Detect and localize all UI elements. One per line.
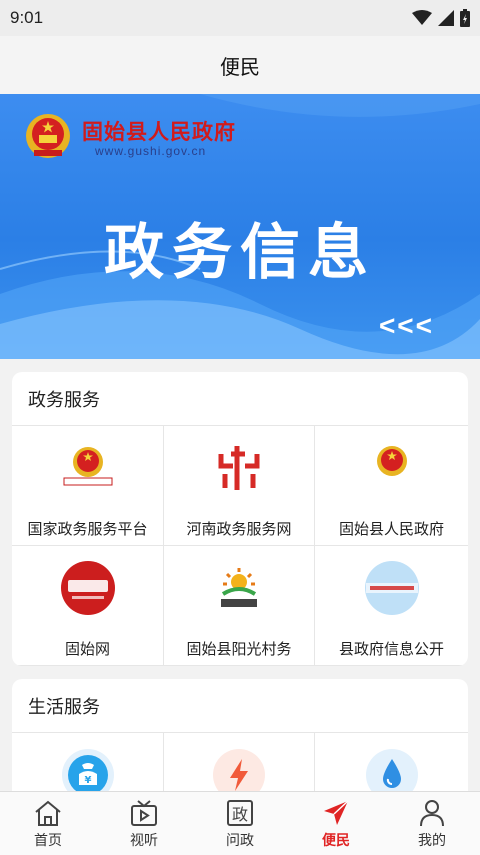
national-emblem-icon bbox=[26, 114, 70, 158]
service-label: 国家政务服务平台 bbox=[27, 520, 148, 538]
service-label: 县政府信息公开 bbox=[338, 640, 444, 658]
banner[interactable]: 固始县人民政府 www.gushi.gov.cn 政务信息 <<< bbox=[0, 94, 480, 359]
service-item-national-platform[interactable]: 国家政务服务平台 bbox=[12, 426, 164, 546]
service-item-sunshine-village[interactable]: 固始县阳光村务 bbox=[164, 546, 315, 666]
gov-services-card: 政务服务 国家政务服务平台 河南政务服务网 固始县人民政府 固始网 固始县阳光村… bbox=[12, 372, 468, 666]
header-bar: 便民 bbox=[0, 36, 480, 94]
politics-icon: 政 bbox=[224, 798, 256, 828]
banner-url: www.gushi.gov.cn bbox=[95, 144, 207, 158]
national-emblem-icon bbox=[60, 440, 116, 496]
banner-title: 政务信息 bbox=[104, 218, 376, 288]
wifi-icon bbox=[412, 10, 432, 25]
county-emblem-icon bbox=[364, 440, 420, 496]
service-item-county-gov[interactable]: 固始县人民政府 bbox=[315, 426, 468, 546]
nav-label: 我的 bbox=[418, 833, 446, 849]
nav-item-convenience[interactable]: 便民 bbox=[288, 792, 384, 855]
henan-service-logo-icon bbox=[211, 440, 267, 496]
service-item-info-disclosure[interactable]: 县政府信息公开 bbox=[315, 546, 468, 666]
nav-label: 便民 bbox=[322, 833, 350, 849]
svg-text:¥: ¥ bbox=[84, 775, 91, 786]
service-item-gushi-net[interactable]: 固始网 bbox=[12, 546, 164, 666]
svg-text:政: 政 bbox=[232, 805, 248, 824]
nav-item-home[interactable]: 首页 bbox=[0, 792, 96, 855]
battery-icon bbox=[460, 9, 470, 27]
bottom-nav: 首页 视听 政 问政 便民 我的 bbox=[0, 791, 480, 855]
banner-org-name: 固始县人民政府 bbox=[82, 119, 236, 144]
banner-chevrons: <<< bbox=[378, 310, 434, 341]
service-label: 固始县人民政府 bbox=[338, 520, 444, 538]
service-label: 固始网 bbox=[64, 640, 110, 658]
nav-item-mine[interactable]: 我的 bbox=[384, 792, 480, 855]
status-bar: 9:01 bbox=[0, 0, 480, 36]
status-icons bbox=[412, 9, 470, 27]
sunshine-village-logo-icon bbox=[211, 560, 267, 616]
status-time: 9:01 bbox=[10, 8, 44, 27]
info-disclosure-icon bbox=[364, 560, 420, 616]
section-title: 政务服务 bbox=[12, 372, 468, 426]
user-icon bbox=[416, 798, 448, 828]
nav-item-politics[interactable]: 政 问政 bbox=[192, 792, 288, 855]
page-title: 便民 bbox=[220, 54, 260, 79]
service-item-henan[interactable]: 河南政务服务网 bbox=[164, 426, 315, 546]
section-title: 生活服务 bbox=[12, 679, 468, 733]
gov-services-grid: 国家政务服务平台 河南政务服务网 固始县人民政府 固始网 固始县阳光村务 县政府… bbox=[12, 426, 468, 666]
service-label: 固始县阳光村务 bbox=[186, 640, 292, 658]
gushi-net-logo-icon bbox=[60, 560, 116, 616]
signal-icon bbox=[438, 10, 454, 26]
tv-icon bbox=[128, 798, 160, 828]
nav-label: 问政 bbox=[226, 833, 254, 849]
service-label: 河南政务服务网 bbox=[186, 520, 292, 538]
nav-label: 视听 bbox=[130, 833, 158, 849]
nav-item-video[interactable]: 视听 bbox=[96, 792, 192, 855]
nav-label: 首页 bbox=[34, 833, 62, 849]
home-icon bbox=[32, 798, 64, 828]
send-icon bbox=[320, 798, 352, 828]
